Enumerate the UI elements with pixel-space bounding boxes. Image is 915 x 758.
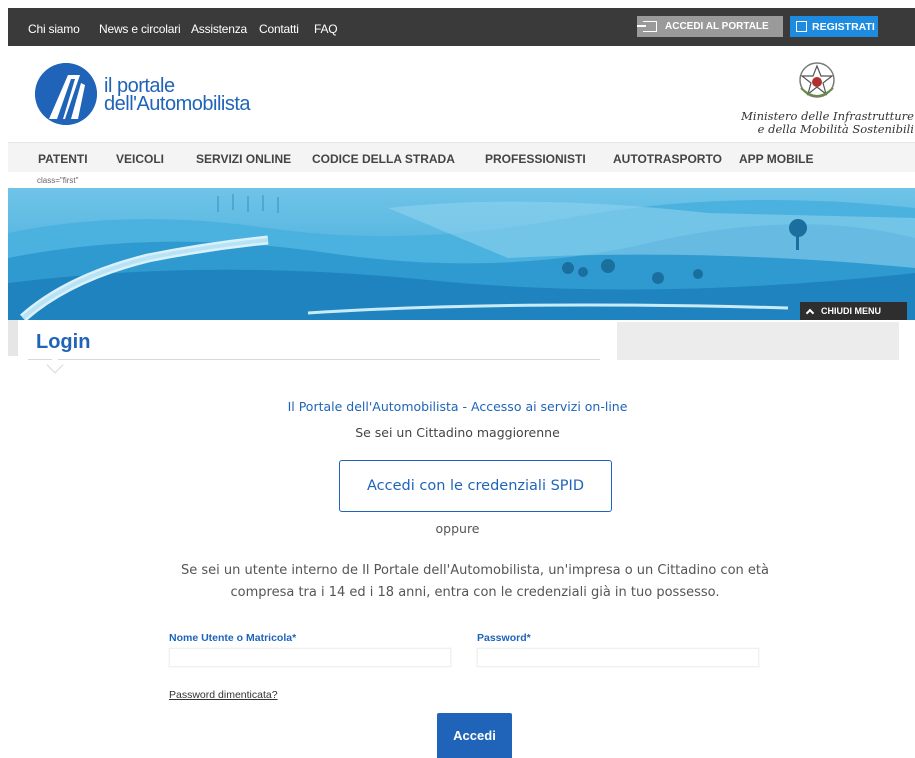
ministero-logo[interactable]: Ministero delle Infrastrutture e della M… [704, 58, 914, 142]
password-input[interactable] [477, 648, 759, 667]
landscape-image [8, 188, 915, 320]
nav-autotrasporto[interactable]: AUTOTRASPORTO [613, 152, 722, 166]
chiudi-menu-label: CHIUDI MENU [821, 306, 881, 316]
oppure-text: oppure [435, 521, 480, 536]
nav-codice-della-strada[interactable]: CODICE DELLA STRADA [312, 152, 455, 166]
page-title: Login [36, 331, 91, 353]
registrati-label: REGISTRATI [812, 20, 875, 33]
topnav-contatti[interactable]: Contatti [259, 22, 299, 36]
chevron-up-icon [805, 308, 815, 317]
password-label: Password* [477, 632, 531, 644]
cittadino-text: Se sei un Cittadino maggiorenne [355, 425, 560, 440]
nav-patenti[interactable]: PATENTI [38, 152, 88, 166]
hero-banner [8, 188, 915, 320]
portal-logo[interactable] [35, 63, 97, 125]
accedi-portale-label: ACCEDI AL PORTALE [665, 21, 769, 32]
site-header: il portale dell'Automobilista Ministero … [8, 46, 915, 142]
logo-line2: dell'Automobilista [104, 93, 251, 115]
username-input[interactable] [169, 648, 451, 667]
title-divider [28, 359, 600, 360]
portal-heading: Il Portale dell'Automobilista - Accesso … [287, 399, 628, 414]
login-arrow-icon [637, 21, 657, 32]
topnav-assistenza[interactable]: Assistenza [191, 22, 247, 36]
italian-emblem-icon [799, 62, 835, 98]
accedi-button[interactable]: Accedi [437, 713, 512, 758]
login-panel [18, 320, 915, 758]
ministero-line2: e della Mobilità Sostenibili [757, 122, 914, 136]
nav-app-mobile[interactable]: APP MOBILE [739, 152, 813, 166]
edit-icon [796, 21, 807, 32]
debug-text: class="first" [37, 176, 79, 185]
chiudi-menu-button[interactable]: CHIUDI MENU [800, 302, 907, 320]
road-logo-icon [35, 63, 97, 125]
topnav-faq[interactable]: FAQ [314, 22, 338, 36]
topnav-chi-siamo[interactable]: Chi siamo [28, 22, 80, 36]
internal-users-text: Se sei un utente interno de Il Portale d… [181, 563, 769, 600]
main-nav: PATENTI VEICOLI SERVIZI ONLINE CODICE DE… [8, 142, 915, 172]
nav-professionisti[interactable]: PROFESSIONISTI [485, 152, 586, 166]
ribbon-left [8, 320, 18, 356]
ministero-name: Ministero delle Infrastrutture e della M… [741, 110, 914, 136]
nav-veicoli[interactable]: VEICOLI [116, 152, 164, 166]
side-box [617, 322, 899, 360]
username-label: Nome Utente o Matricola* [169, 632, 297, 644]
spid-login-button[interactable]: Accedi con le credenziali SPID [339, 460, 612, 512]
accedi-portale-button[interactable]: ACCEDI AL PORTALE [637, 16, 783, 37]
nav-servizi-online[interactable]: SERVIZI ONLINE [196, 152, 291, 166]
registrati-button[interactable]: REGISTRATI [790, 16, 878, 37]
logo-wordmark[interactable]: il portale dell'Automobilista [104, 76, 251, 115]
topnav-news[interactable]: News e circolari [99, 22, 181, 36]
forgot-password-link[interactable]: Password dimenticata? [169, 689, 278, 701]
